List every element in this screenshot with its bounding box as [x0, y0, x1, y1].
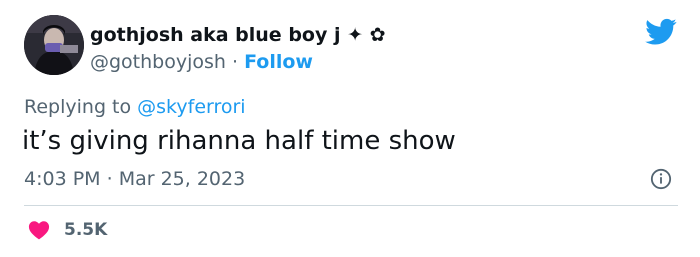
timestamp-separator: · [100, 168, 119, 190]
author-name-row: gothjosh aka blue boy j ✦ ✿ [90, 24, 386, 46]
avatar[interactable] [24, 15, 84, 75]
tweet-timestamp[interactable]: 4:03 PM · Mar 25, 2023 [24, 168, 245, 190]
author-handle[interactable]: @gothboyjosh [90, 51, 226, 73]
tweet-time: 4:03 PM [24, 168, 101, 190]
like-row: 5.5K [28, 219, 107, 241]
twitter-bird-icon[interactable] [645, 18, 677, 46]
like-count: 5.5K [64, 220, 108, 240]
follow-button[interactable]: Follow [244, 51, 313, 73]
info-icon[interactable] [650, 168, 672, 190]
avatar-image [24, 15, 84, 75]
heart-icon[interactable] [28, 219, 50, 241]
tweet-text: it’s giving rihanna half time show [22, 126, 456, 156]
replying-to-prefix: Replying to [24, 96, 138, 118]
replying-to: Replying to @skyferrori [24, 96, 246, 118]
handle-separator: · [225, 51, 245, 73]
replying-to-user-link[interactable]: @skyferrori [137, 96, 245, 118]
author-handle-row: @gothboyjosh · Follow [90, 51, 313, 73]
tweet-date: Mar 25, 2023 [118, 168, 246, 190]
divider [24, 205, 678, 206]
author-display-name[interactable]: gothjosh aka blue boy j ✦ ✿ [90, 24, 386, 46]
